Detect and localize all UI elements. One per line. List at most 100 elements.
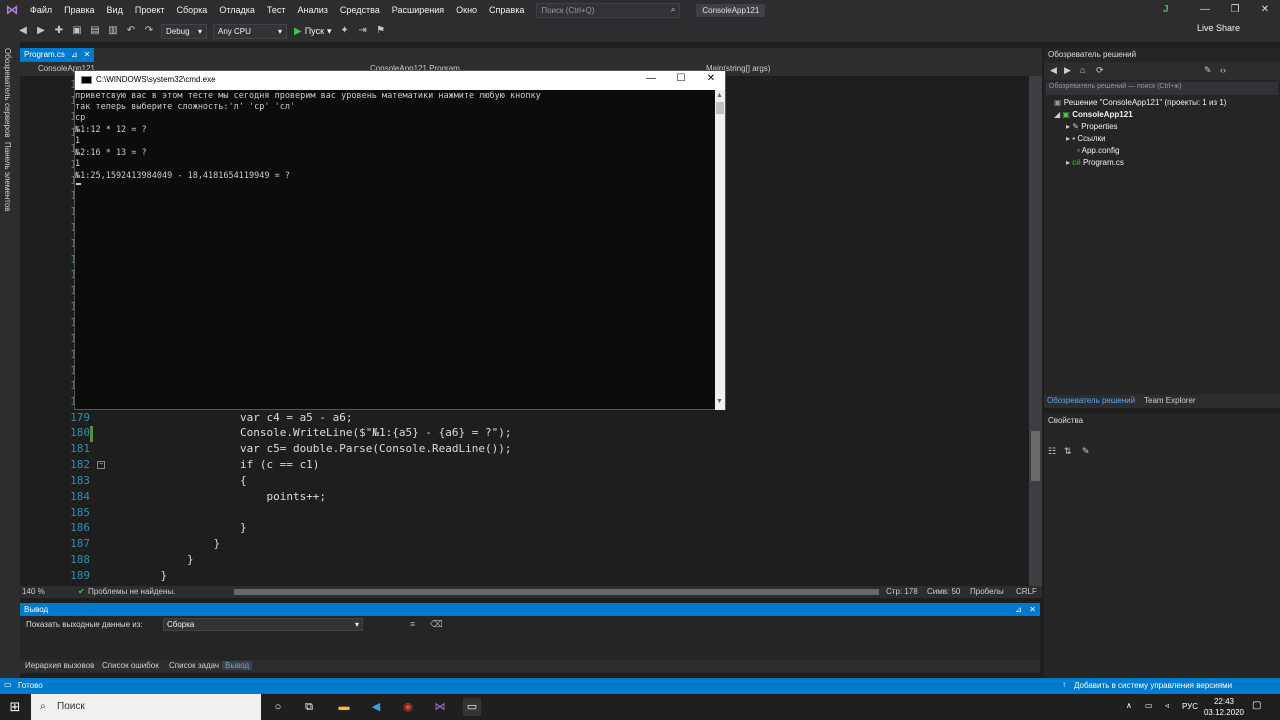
clock[interactable]: 22:43 03.12.2020 xyxy=(1204,696,1244,718)
pin-icon[interactable]: ⊿ xyxy=(1015,603,1022,616)
home-icon[interactable]: ⌂ xyxy=(1080,65,1085,75)
notifications-icon[interactable]: ▢ xyxy=(1252,700,1261,711)
bookmark-icon[interactable]: ⚑ xyxy=(374,24,388,38)
tab-team-explorer[interactable]: Team Explorer xyxy=(1144,396,1196,405)
whitespace-mode[interactable]: Пробелы xyxy=(970,587,1004,596)
tab-error-list[interactable]: Список ошибок xyxy=(102,661,159,670)
menu-extensions[interactable]: Расширения xyxy=(386,0,450,20)
close-icon[interactable]: ✕ xyxy=(84,48,91,62)
project-node[interactable]: ◢ ▣ ConsoleApp121 xyxy=(1054,110,1133,119)
save-icon[interactable]: ▤ xyxy=(88,24,102,38)
tree-item-references[interactable]: ▸ ▪ Ссылки xyxy=(1066,134,1106,143)
menu-analyze[interactable]: Анализ xyxy=(292,0,334,20)
tray-chevron-icon[interactable]: ∧ xyxy=(1126,701,1132,710)
file-explorer-icon[interactable]: ▬ xyxy=(335,698,353,716)
search-input[interactable]: Поиск (Ctrl+Q) ⌕ xyxy=(536,2,681,18)
new-project-icon[interactable]: ✚ xyxy=(52,24,66,38)
forward-icon[interactable]: ▶ xyxy=(1064,65,1071,76)
forward-icon[interactable]: ▶ xyxy=(34,24,48,38)
menu-build[interactable]: Сборка xyxy=(171,0,214,20)
minimize-icon[interactable]: — xyxy=(641,73,661,84)
chevron-right-icon[interactable]: ▸ xyxy=(1066,158,1070,167)
tree-item-program-cs[interactable]: ▸ c# Program.cs xyxy=(1066,158,1124,167)
server-explorer-tab[interactable]: Обозреватель серверов xyxy=(3,48,12,138)
start-button[interactable]: ▶ Пуск ▾ xyxy=(294,26,332,37)
menu-view[interactable]: Вид xyxy=(101,0,129,20)
cmd-taskbar-icon[interactable]: ▭ xyxy=(463,698,481,716)
cmd-output[interactable]: приветсвую вас в этом тесте мы сегодня п… xyxy=(75,90,713,410)
close-icon[interactable]: ✕ xyxy=(1250,0,1280,20)
menu-window[interactable]: Окно xyxy=(450,0,483,20)
restore-icon[interactable]: ❐ xyxy=(1220,0,1250,20)
scroll-down-icon[interactable]: ▼ xyxy=(716,398,723,405)
back-icon[interactable]: ◀ xyxy=(16,24,30,38)
network-icon[interactable]: ▭ xyxy=(1145,701,1153,710)
cmd-vertical-scrollbar[interactable]: ▲ ▼ xyxy=(715,90,725,410)
chevron-right-icon[interactable]: ▸ xyxy=(1066,122,1070,131)
problems-status[interactable]: Проблемы не найдены. xyxy=(88,587,175,596)
cortana-icon[interactable]: ○ xyxy=(269,698,287,716)
tab-solution-explorer[interactable]: Обозреватель решений xyxy=(1047,396,1135,405)
tree-item-app-config[interactable]: ▫ App.config xyxy=(1077,146,1119,155)
platform-select[interactable]: Any CPU ▾ xyxy=(213,23,287,39)
scrollbar-thumb[interactable] xyxy=(716,102,724,114)
close-icon[interactable]: ✕ xyxy=(701,73,721,84)
visual-studio-icon[interactable]: ⋈ xyxy=(431,698,449,716)
menu-debug[interactable]: Отладка xyxy=(213,0,261,20)
sync-icon[interactable]: ⟳ xyxy=(1096,65,1104,76)
back-icon[interactable]: ◀ xyxy=(1050,65,1057,76)
tree-item-properties[interactable]: ▸ ✎ Properties xyxy=(1066,122,1118,131)
wrench-icon[interactable]: ✎ xyxy=(1082,446,1090,457)
menu-edit[interactable]: Правка xyxy=(58,0,100,20)
scroll-up-icon[interactable]: ▲ xyxy=(716,92,723,99)
clear-all-icon[interactable]: ⌫ xyxy=(430,619,443,630)
expand-icon[interactable]: ◢ xyxy=(1054,110,1060,119)
pin-icon[interactable]: ⊿ xyxy=(71,48,78,62)
menu-file[interactable]: Файл xyxy=(24,0,58,20)
live-share-button[interactable]: Live Share xyxy=(1197,23,1240,33)
menu-help[interactable]: Справка xyxy=(483,0,530,20)
step-icon[interactable]: ⇥ xyxy=(356,24,370,38)
code-view-icon[interactable]: ‹› xyxy=(1220,65,1226,75)
menu-project[interactable]: Проект xyxy=(129,0,171,20)
word-wrap-icon[interactable]: ≡ xyxy=(410,619,415,629)
configuration-select[interactable]: Debug ▾ xyxy=(161,23,207,39)
telegram-icon[interactable]: ◀ xyxy=(367,698,385,716)
add-to-source-control[interactable]: Добавить в систему управления версиями xyxy=(1074,681,1232,690)
scrollbar-thumb[interactable] xyxy=(1031,431,1040,481)
tab-task-list[interactable]: Список задач xyxy=(169,661,219,670)
tab-output[interactable]: Вывод xyxy=(222,661,253,670)
task-view-icon[interactable]: ⧉ xyxy=(300,698,318,716)
chevron-right-icon[interactable]: ▸ xyxy=(1066,134,1070,143)
minimize-icon[interactable]: — xyxy=(1190,0,1220,20)
open-icon[interactable]: ▣ xyxy=(70,24,84,38)
language-indicator[interactable]: РУС xyxy=(1182,702,1198,711)
categorized-icon[interactable]: ☷ xyxy=(1048,446,1056,457)
tab-program-cs[interactable]: Program.cs ⊿ ✕ xyxy=(20,48,95,62)
output-source-select[interactable]: Сборка ▾ xyxy=(163,618,363,631)
cmd-titlebar[interactable]: C:\WINDOWS\system32\cmd.exe — ☐ ✕ xyxy=(75,71,725,90)
wrench-icon[interactable]: ✎ xyxy=(1204,65,1212,76)
close-icon[interactable]: ✕ xyxy=(1029,603,1036,616)
zoom-level[interactable]: 140 % xyxy=(22,587,45,596)
menu-test[interactable]: Тест xyxy=(261,0,292,20)
line-ending[interactable]: CRLF xyxy=(1016,587,1037,596)
menu-tools[interactable]: Средства xyxy=(334,0,386,20)
cmd-window[interactable]: C:\WINDOWS\system32\cmd.exe — ☐ ✕ привет… xyxy=(74,70,726,410)
alphabetical-icon[interactable]: ⇅ xyxy=(1064,446,1072,457)
maximize-icon[interactable]: ☐ xyxy=(671,73,691,84)
tab-call-hierarchy[interactable]: Иерархия вызовов xyxy=(25,661,94,670)
save-all-icon[interactable]: ▥ xyxy=(106,24,120,38)
editor-horizontal-scrollbar[interactable] xyxy=(234,589,879,595)
fire-icon[interactable]: ✦ xyxy=(338,24,352,38)
volume-icon[interactable]: ◃ xyxy=(1165,701,1169,710)
redo-icon[interactable]: ↷ xyxy=(142,24,156,38)
undo-icon[interactable]: ↶ xyxy=(124,24,138,38)
editor-vertical-scrollbar[interactable] xyxy=(1029,76,1042,586)
collapse-icon[interactable]: − xyxy=(97,461,105,469)
windows-start-icon[interactable]: ⊞ xyxy=(0,694,30,720)
solution-node[interactable]: ▣ Решение "ConsoleApp121" (проекты: 1 из… xyxy=(1054,98,1226,107)
avatar[interactable]: J xyxy=(1163,4,1175,16)
taskbar-search[interactable]: ⌕ Поиск xyxy=(31,694,261,720)
chrome-icon[interactable]: ◉ xyxy=(399,698,417,716)
